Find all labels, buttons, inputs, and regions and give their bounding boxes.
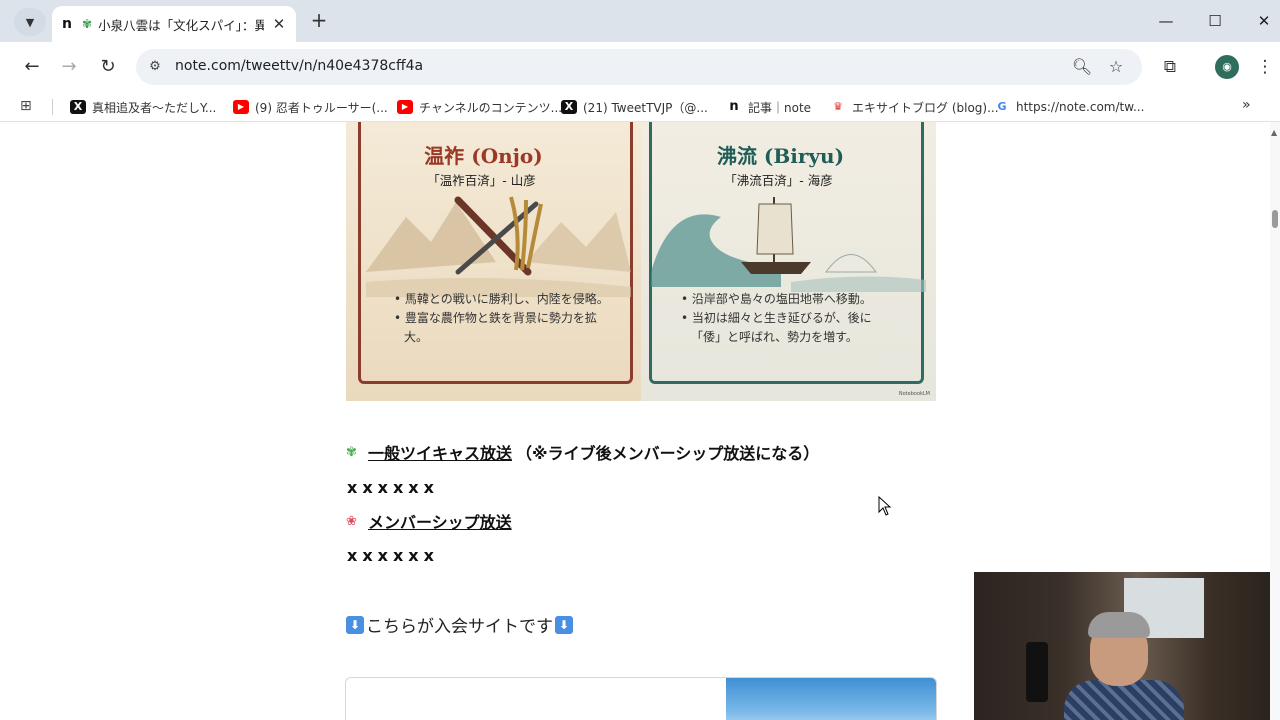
youtube-icon: ▶	[233, 100, 249, 114]
page-scrollbar[interactable]: ▲	[1270, 122, 1280, 720]
tab-search-button[interactable]: ▼	[14, 8, 46, 36]
bookmark-item[interactable]: ♛ エキサイトブログ (blog)...	[830, 97, 999, 117]
image-credit: NotebookLM	[898, 391, 930, 397]
bookmarks-divider	[52, 99, 53, 115]
note-icon: n	[729, 99, 739, 114]
onjo-subtitle: 「温祚百済」- 山彦	[427, 173, 536, 188]
forward-button[interactable]: →	[55, 53, 83, 81]
bookmark-label: チャンネルのコンテンツ...	[419, 100, 563, 115]
page-content: 温祚 (Onjo) 「温祚百済」- 山彦 • 馬韓との戦いに勝利し、内陸を侵略。…	[0, 122, 1270, 720]
new-tab-button[interactable]: +	[306, 8, 332, 34]
presenter-hair	[1088, 612, 1150, 638]
address-bar[interactable]: ⚙ note.com/tweettv/n/n40e4378cff4a 🔍︎ ☆	[136, 49, 1142, 85]
menu-kebab-icon[interactable]: ⋮	[1253, 55, 1277, 79]
bullet-text: • 当初は細々と生き延びるが、後に「倭」と呼ばれ、勢力を増す。	[681, 311, 872, 344]
tab-title: 小泉八雲は「文化スパイ」：異	[98, 17, 264, 33]
bookmark-label: (9) 忍者トゥルーサー(...	[255, 100, 388, 115]
bookmark-label: 真相追及者〜ただしY...	[92, 100, 217, 115]
scroll-up-icon[interactable]: ▲	[1271, 128, 1277, 137]
membership-link-card[interactable]	[345, 677, 937, 720]
reload-button[interactable]: ↻	[94, 53, 122, 81]
public-broadcast-link[interactable]: 一般ツイキャス放送	[368, 440, 512, 464]
biryu-bullets: • 沿岸部や島々の塩田地帯へ移動。 • 当初は細々と生き延びるが、後に「倭」と呼…	[681, 290, 886, 347]
x-icon: X	[70, 100, 86, 114]
onjo-title: 温祚 (Onjo)	[424, 144, 543, 168]
mouse-cursor-icon	[878, 496, 892, 516]
bookmark-label: エキサイトブログ (blog)...	[852, 100, 999, 115]
site-info-icon[interactable]: ⚙	[144, 56, 166, 78]
join-site-text: こちらが入会サイトです	[366, 617, 553, 637]
note-favicon-icon: n	[62, 16, 72, 32]
bookmark-item[interactable]: G https://note.com/tw...	[994, 97, 1144, 117]
active-tab[interactable]: n ✾ 小泉八雲は「文化スパイ」：異 ✕	[52, 6, 296, 42]
public-broadcast-placeholder: xxxxxx	[347, 478, 439, 497]
bookmark-label: (21) TweetTVJP（@...	[583, 100, 708, 115]
url-text[interactable]: note.com/tweettv/n/n40e4378cff4a	[175, 58, 423, 74]
membership-broadcast-link[interactable]: メンバーシップ放送	[368, 509, 512, 533]
webcam-overlay	[974, 572, 1270, 720]
bookmarks-bar: ⊞ X 真相追及者〜ただしY... ▶ (9) 忍者トゥルーサー(... ▶ チ…	[0, 92, 1280, 122]
article-illustration: 温祚 (Onjo) 「温祚百済」- 山彦 • 馬韓との戦いに勝利し、内陸を侵略。…	[346, 122, 936, 401]
google-icon: G	[997, 100, 1007, 113]
biryu-subtitle: 「沸流百済」- 海彦	[724, 173, 833, 188]
bullet-text: • 馬韓との戦いに勝利し、内陸を侵略。	[394, 292, 609, 306]
chevron-down-icon: ▼	[25, 15, 35, 29]
scrollbar-thumb[interactable]	[1272, 210, 1278, 228]
onjo-panel: 温祚 (Onjo) 「温祚百済」- 山彦 • 馬韓との戦いに勝利し、内陸を侵略。…	[346, 122, 641, 401]
biryu-panel: 沸流 (Biryu) 「沸流百済」- 海彦 • 沿岸部や島々の塩田地帯へ移動。 …	[641, 122, 936, 401]
zoom-icon[interactable]: 🔍︎	[1070, 55, 1094, 79]
bookmark-item[interactable]: X (21) TweetTVJP（@...	[561, 97, 708, 117]
youtube-icon: ▶	[397, 100, 413, 114]
bookmark-item[interactable]: X 真相追及者〜ただしY...	[70, 97, 216, 117]
close-window-button[interactable]: ✕	[1249, 8, 1279, 34]
bookmark-star-icon[interactable]: ☆	[1104, 55, 1128, 79]
excite-icon: ♛	[833, 100, 843, 113]
minimize-button[interactable]: —	[1151, 8, 1181, 34]
public-broadcast-heading: ✾ 一般ツイキャス放送 （※ライブ後メンバーシップ放送になる）	[346, 440, 819, 464]
join-site-line: ⬇ こちらが入会サイトです ⬇	[346, 612, 573, 637]
down-arrow-icon: ⬇	[346, 615, 364, 634]
profile-avatar[interactable]: ◉	[1215, 55, 1239, 79]
extensions-icon[interactable]: ⧉	[1158, 55, 1182, 79]
back-button[interactable]: ←	[18, 53, 46, 81]
maple-leaf-icon: ❀	[346, 513, 357, 529]
microphone-icon	[1026, 642, 1048, 702]
bookmarks-overflow-button[interactable]: »	[1242, 97, 1251, 113]
onjo-bullets: • 馬韓との戦いに勝利し、内陸を侵略。 • 豊富な農作物と鉄を背景に勢力を拡大。	[394, 290, 616, 347]
bookmark-label: https://note.com/tw...	[1016, 100, 1145, 114]
clover-icon: ✾	[346, 444, 357, 460]
membership-broadcast-heading: ❀ メンバーシップ放送	[346, 509, 512, 533]
public-broadcast-note: （※ライブ後メンバーシップ放送になる）	[516, 444, 820, 463]
bookmark-item[interactable]: ▶ (9) 忍者トゥルーサー(...	[233, 97, 388, 117]
bullet-text: • 沿岸部や島々の塩田地帯へ移動。	[681, 292, 872, 306]
bookmark-label: 記事｜note	[748, 100, 812, 115]
bullet-text: • 豊富な農作物と鉄を背景に勢力を拡大。	[394, 311, 597, 344]
down-arrow-icon: ⬇	[555, 615, 573, 634]
browser-toolbar: ← → ↻ ⚙ note.com/tweettv/n/n40e4378cff4a…	[0, 42, 1280, 92]
tab-strip: ▼ n ✾ 小泉八雲は「文化スパイ」：異 ✕ + — ☐ ✕	[0, 0, 1280, 42]
apps-grid-icon[interactable]: ⊞	[20, 98, 38, 116]
membership-broadcast-placeholder: xxxxxx	[347, 546, 439, 565]
bookmark-item[interactable]: ▶ チャンネルのコンテンツ...	[397, 97, 562, 117]
x-icon: X	[561, 100, 577, 114]
bookmark-item[interactable]: n 記事｜note	[726, 97, 811, 117]
tab-close-icon[interactable]: ✕	[270, 15, 288, 33]
link-card-thumbnail	[726, 678, 936, 720]
biryu-title: 沸流 (Biryu)	[716, 144, 845, 168]
presenter-body	[1064, 680, 1184, 720]
clover-icon: ✾	[82, 17, 93, 31]
maximize-button[interactable]: ☐	[1200, 8, 1230, 34]
